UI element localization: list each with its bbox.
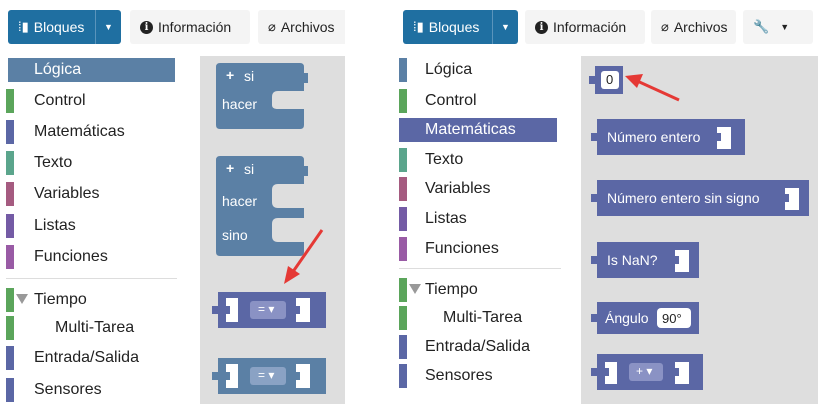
category-sensores[interactable]: Sensores bbox=[393, 362, 579, 390]
compare-block[interactable]: = ▾ bbox=[210, 292, 330, 328]
category-sensores[interactable]: Sensores bbox=[0, 376, 195, 404]
category-matematicas[interactable]: Matemáticas bbox=[393, 116, 579, 144]
toolbar: ⁞▮ Bloques ▼ i Información ⌀ Archivos 🔧 … bbox=[393, 0, 818, 56]
category-logica[interactable]: Lógica bbox=[0, 56, 195, 84]
bloques-dropdown-button[interactable]: ▼ bbox=[95, 10, 121, 44]
block-flyout: 0 Número entero Número entero sin signo bbox=[581, 56, 818, 404]
archivos-tab[interactable]: ⌀ Archivos bbox=[258, 10, 345, 44]
info-icon: i bbox=[140, 20, 153, 34]
category-texto[interactable]: Texto bbox=[0, 149, 195, 177]
info-tab[interactable]: i Información bbox=[525, 10, 645, 44]
number-block[interactable]: 0 bbox=[589, 66, 623, 94]
wrench-icon: 🔧 bbox=[753, 19, 770, 34]
paperclip-icon: ⌀ bbox=[661, 19, 669, 34]
category-texto[interactable]: Texto bbox=[393, 146, 579, 174]
toolbox-separator bbox=[399, 268, 561, 269]
chevron-down-icon: ▼ bbox=[780, 22, 790, 32]
is-nan-block[interactable]: Is NaN? bbox=[589, 242, 699, 278]
red-arrow-annotation bbox=[284, 229, 324, 284]
category-listas[interactable]: Listas bbox=[0, 212, 195, 240]
paperclip-icon: ⌀ bbox=[268, 19, 276, 34]
red-arrow-annotation bbox=[625, 74, 680, 102]
category-multi-tarea[interactable]: Multi-Tarea bbox=[0, 314, 195, 342]
collapse-triangle-icon[interactable] bbox=[409, 284, 421, 294]
category-control[interactable]: Control bbox=[0, 87, 195, 115]
category-matematicas[interactable]: Matemáticas bbox=[0, 118, 195, 146]
integer-block[interactable]: Número entero bbox=[589, 119, 745, 155]
info-tab[interactable]: i Información bbox=[130, 10, 250, 44]
toolbar: ⁞▮ Bloques ▼ i Información ⌀ Archivos bbox=[0, 0, 345, 56]
category-entrada-salida[interactable]: Entrada/Salida bbox=[393, 333, 579, 361]
bloques-button[interactable]: ⁞▮ Bloques bbox=[8, 10, 96, 44]
blocks-icon: ⁞▮ bbox=[413, 19, 424, 34]
angle-block[interactable]: Ángulo 90° bbox=[589, 302, 699, 334]
bloques-dropdown-button[interactable]: ▼ bbox=[492, 10, 518, 44]
if-block[interactable]: + si hacer bbox=[216, 63, 312, 129]
category-multi-tarea[interactable]: Multi-Tarea bbox=[393, 304, 579, 332]
arithmetic-block[interactable]: + ▾ bbox=[589, 354, 703, 390]
left-screenshot-panel: ⁞▮ Bloques ▼ i Información ⌀ Archivos Ló… bbox=[0, 0, 345, 404]
archivos-tab[interactable]: ⌀ Archivos bbox=[651, 10, 736, 44]
category-funciones[interactable]: Funciones bbox=[393, 235, 579, 263]
category-variables[interactable]: Variables bbox=[0, 180, 195, 208]
tools-dropdown-button[interactable]: 🔧 ▼ bbox=[743, 10, 813, 44]
category-funciones[interactable]: Funciones bbox=[0, 243, 195, 271]
toolbox-separator bbox=[6, 278, 177, 279]
right-screenshot-panel: ⁞▮ Bloques ▼ i Información ⌀ Archivos 🔧 … bbox=[393, 0, 818, 404]
category-entrada-salida[interactable]: Entrada/Salida bbox=[0, 344, 195, 372]
info-icon: i bbox=[535, 20, 548, 34]
compare-block-2[interactable]: = ▾ bbox=[210, 358, 330, 394]
category-logica[interactable]: Lógica bbox=[393, 56, 579, 84]
block-flyout: + si hacer + si hacer sino = ▾ = ▾ bbox=[200, 56, 345, 404]
bloques-button[interactable]: ⁞▮ Bloques bbox=[403, 10, 493, 44]
category-listas[interactable]: Listas bbox=[393, 205, 579, 233]
toolbox: Lógica Control Matemáticas Texto Variabl… bbox=[393, 56, 579, 404]
category-tiempo[interactable]: Tiempo bbox=[393, 276, 579, 304]
unsigned-integer-block[interactable]: Número entero sin signo bbox=[589, 180, 809, 216]
category-tiempo[interactable]: Tiempo bbox=[0, 286, 195, 314]
blocks-icon: ⁞▮ bbox=[18, 19, 29, 34]
toolbox: Lógica Control Matemáticas Texto Variabl… bbox=[0, 56, 195, 404]
collapse-triangle-icon[interactable] bbox=[16, 294, 28, 304]
category-variables[interactable]: Variables bbox=[393, 175, 579, 203]
category-control[interactable]: Control bbox=[393, 87, 579, 115]
